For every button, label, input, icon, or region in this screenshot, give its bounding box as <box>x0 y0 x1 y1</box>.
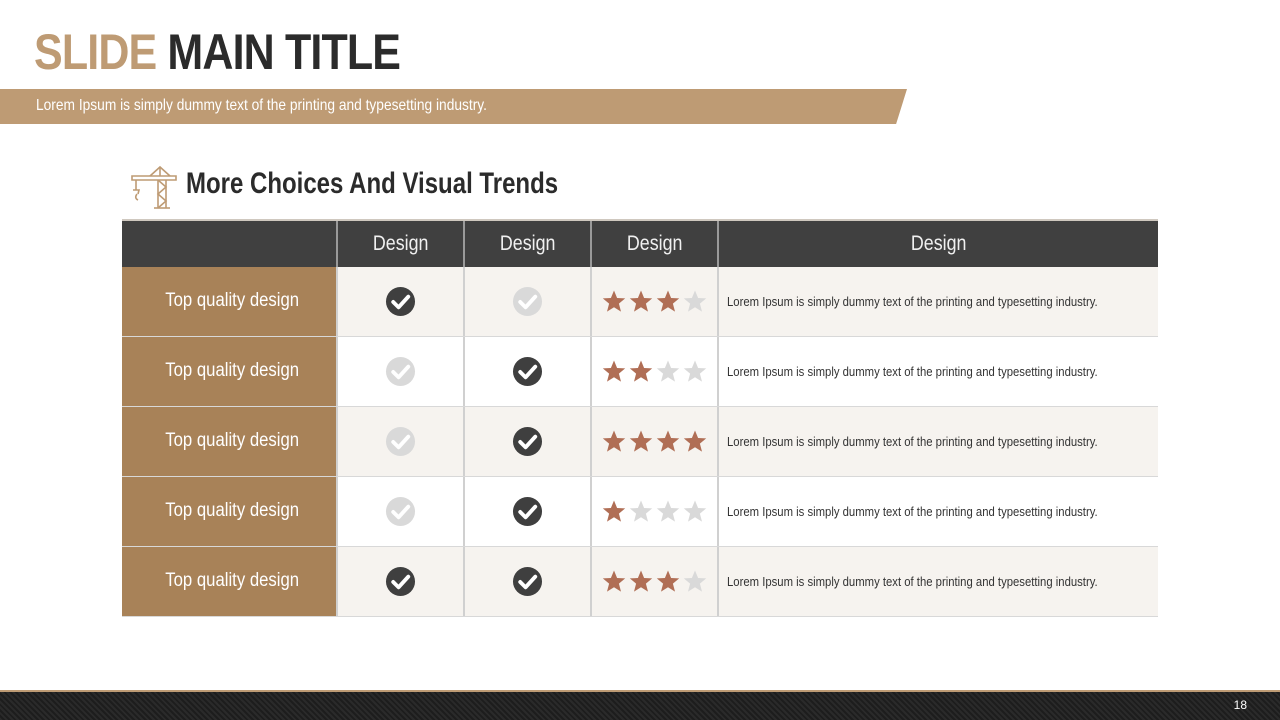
star-filled-icon <box>602 500 626 522</box>
check-cell <box>463 337 590 406</box>
slide-title-main: MAIN TITLE <box>167 24 401 80</box>
table-header: Design Design Design Design <box>122 219 1158 267</box>
check-circle-icon <box>385 286 416 317</box>
check-cell <box>463 477 590 546</box>
subtitle-text: Lorem Ipsum is simply dummy text of the … <box>36 97 487 114</box>
check-circle-inactive-icon <box>385 356 416 387</box>
check-cell <box>336 477 463 546</box>
check-circle-inactive-icon <box>512 286 543 317</box>
check-circle-icon <box>512 496 543 527</box>
rating-cell <box>590 407 717 476</box>
star-empty-icon <box>656 360 680 382</box>
check-circle-inactive-icon <box>385 426 416 457</box>
star-rating <box>602 360 707 383</box>
check-cell <box>463 267 590 336</box>
description-cell: Lorem Ipsum is simply dummy text of the … <box>717 547 1158 616</box>
page-number: 18 <box>1233 698 1247 712</box>
check-cell <box>336 547 463 616</box>
star-filled-icon <box>602 570 626 592</box>
star-empty-icon <box>629 500 653 522</box>
description-cell: Lorem Ipsum is simply dummy text of the … <box>717 337 1158 406</box>
star-filled-icon <box>683 430 707 452</box>
star-empty-icon <box>656 500 680 522</box>
row-label: Top quality design <box>122 407 336 476</box>
star-empty-icon <box>683 500 707 522</box>
header-cell: Design <box>590 221 717 267</box>
table-body: Top quality design Lorem Ipsum is simply … <box>122 267 1158 617</box>
star-filled-icon <box>656 430 680 452</box>
star-empty-icon <box>683 570 707 592</box>
star-empty-icon <box>683 290 707 312</box>
header-cell: Design <box>717 221 1158 267</box>
star-rating <box>602 290 707 313</box>
star-filled-icon <box>602 360 626 382</box>
slide-title-accent: SLIDE <box>34 24 157 80</box>
check-circle-icon <box>512 426 543 457</box>
star-rating <box>602 570 707 593</box>
check-cell <box>463 407 590 476</box>
header-cell: Design <box>463 221 590 267</box>
table-row: Top quality design Lorem Ipsum is simply … <box>122 337 1158 407</box>
check-circle-icon <box>512 566 543 597</box>
header-cell: Design <box>336 221 463 267</box>
star-filled-icon <box>629 290 653 312</box>
description-cell: Lorem Ipsum is simply dummy text of the … <box>717 267 1158 336</box>
header-cell-empty <box>122 221 336 267</box>
rating-cell <box>590 267 717 336</box>
star-filled-icon <box>656 290 680 312</box>
star-rating <box>602 500 707 523</box>
star-empty-icon <box>683 360 707 382</box>
check-cell <box>336 407 463 476</box>
star-filled-icon <box>629 360 653 382</box>
table-row: Top quality design Lorem Ipsum is simply … <box>122 267 1158 337</box>
star-filled-icon <box>629 570 653 592</box>
rating-cell <box>590 547 717 616</box>
table-row: Top quality design Lorem Ipsum is simply … <box>122 547 1158 617</box>
check-circle-icon <box>385 566 416 597</box>
subtitle-bar: Lorem Ipsum is simply dummy text of the … <box>0 89 907 124</box>
rating-cell <box>590 337 717 406</box>
star-filled-icon <box>629 430 653 452</box>
star-rating <box>602 430 707 453</box>
slide-title: SLIDE MAIN TITLE <box>34 22 401 82</box>
rating-cell <box>590 477 717 546</box>
footer-bar: 18 <box>0 690 1280 720</box>
row-label: Top quality design <box>122 477 336 546</box>
crane-icon <box>131 165 177 209</box>
star-filled-icon <box>656 570 680 592</box>
description-cell: Lorem Ipsum is simply dummy text of the … <box>717 407 1158 476</box>
table-row: Top quality design Lorem Ipsum is simply … <box>122 477 1158 547</box>
star-filled-icon <box>602 430 626 452</box>
section-heading: More Choices And Visual Trends <box>186 167 559 200</box>
check-cell <box>336 337 463 406</box>
check-cell <box>336 267 463 336</box>
check-cell <box>463 547 590 616</box>
comparison-table: Design Design Design Design Top quality … <box>122 219 1158 617</box>
row-label: Top quality design <box>122 547 336 616</box>
check-circle-inactive-icon <box>385 496 416 527</box>
check-circle-icon <box>512 356 543 387</box>
description-cell: Lorem Ipsum is simply dummy text of the … <box>717 477 1158 546</box>
table-row: Top quality design Lorem Ipsum is simply … <box>122 407 1158 477</box>
row-label: Top quality design <box>122 267 336 336</box>
star-filled-icon <box>602 290 626 312</box>
row-label: Top quality design <box>122 337 336 406</box>
